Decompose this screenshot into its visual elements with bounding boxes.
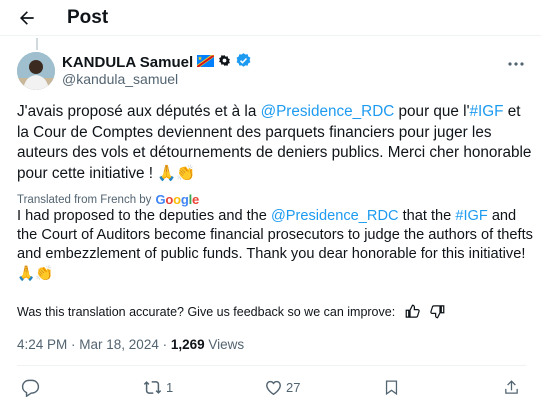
mention-link[interactable]: @Presidence_RDC — [271, 208, 399, 224]
hashtag-link[interactable]: #IGF — [470, 103, 504, 120]
post-text: J'avais proposé aux députés et à la @Pre… — [17, 102, 533, 184]
views-label: Views — [204, 337, 245, 352]
translation-feedback: Was this translation accurate? Give us f… — [17, 304, 445, 319]
share-icon — [505, 380, 518, 394]
action-bar: 1 27 — [0, 378, 541, 404]
repost-count: 1 — [166, 380, 174, 395]
post-meta: 4:24 PM · Mar 18, 2024 · 1,269 Views — [17, 337, 244, 352]
like-count: 27 — [286, 380, 301, 395]
translation-attribution: Translated from French by Google — [17, 192, 199, 207]
feedback-question: Was this translation accurate? Give us f… — [17, 304, 396, 319]
arrow-left-icon — [20, 11, 34, 25]
bookmark-icon — [385, 380, 398, 396]
gear-badge-icon — [218, 54, 231, 71]
translated-from-label: Translated from French by — [17, 193, 152, 206]
google-logo: Google — [155, 192, 200, 207]
author-handle[interactable]: @kandula_samuel — [62, 71, 178, 87]
more-dots-icon — [508, 62, 524, 66]
reply-button[interactable] — [21, 378, 40, 397]
like-button[interactable]: 27 — [264, 378, 300, 397]
verified-badge-icon[interactable] — [235, 52, 252, 73]
post-time[interactable]: 4:24 PM — [17, 337, 67, 352]
thread-connector — [36, 38, 38, 50]
page-title: Post — [67, 7, 109, 28]
avatar[interactable] — [17, 52, 55, 90]
translated-text: I had proposed to the deputies and the @… — [17, 207, 533, 284]
post-date[interactable]: Mar 18, 2024 — [79, 337, 159, 352]
views-count: 1,269 — [170, 337, 205, 352]
translated-text-segment: I had proposed to the deputies and the — [17, 208, 271, 224]
post-text-segment: J'avais proposé aux députés et à la — [17, 103, 261, 120]
bookmark-button[interactable] — [383, 378, 400, 397]
thumbs-up-icon[interactable] — [405, 304, 420, 319]
translated-text-segment: that the — [398, 208, 456, 224]
more-options-button[interactable] — [505, 57, 527, 71]
heart-icon — [266, 380, 281, 396]
author-name-row[interactable]: KANDULA Samuel — [62, 52, 252, 73]
author-name: KANDULA Samuel — [62, 54, 194, 71]
repost-button[interactable]: 1 — [142, 378, 173, 397]
thumbs-down-icon[interactable] — [430, 304, 445, 319]
back-button[interactable] — [14, 5, 40, 31]
reply-icon — [21, 379, 40, 397]
meta-separator: · — [67, 337, 80, 352]
drc-flag-icon — [197, 54, 215, 71]
top-bar: Post — [0, 0, 541, 36]
hashtag-link[interactable]: #IGF — [455, 208, 487, 224]
divider — [17, 365, 526, 366]
post-text-segment: pour que l' — [394, 103, 470, 120]
share-button[interactable] — [503, 378, 520, 397]
meta-separator: · — [158, 337, 171, 352]
repost-icon — [143, 381, 162, 394]
mention-link[interactable]: @Presidence_RDC — [261, 103, 395, 120]
